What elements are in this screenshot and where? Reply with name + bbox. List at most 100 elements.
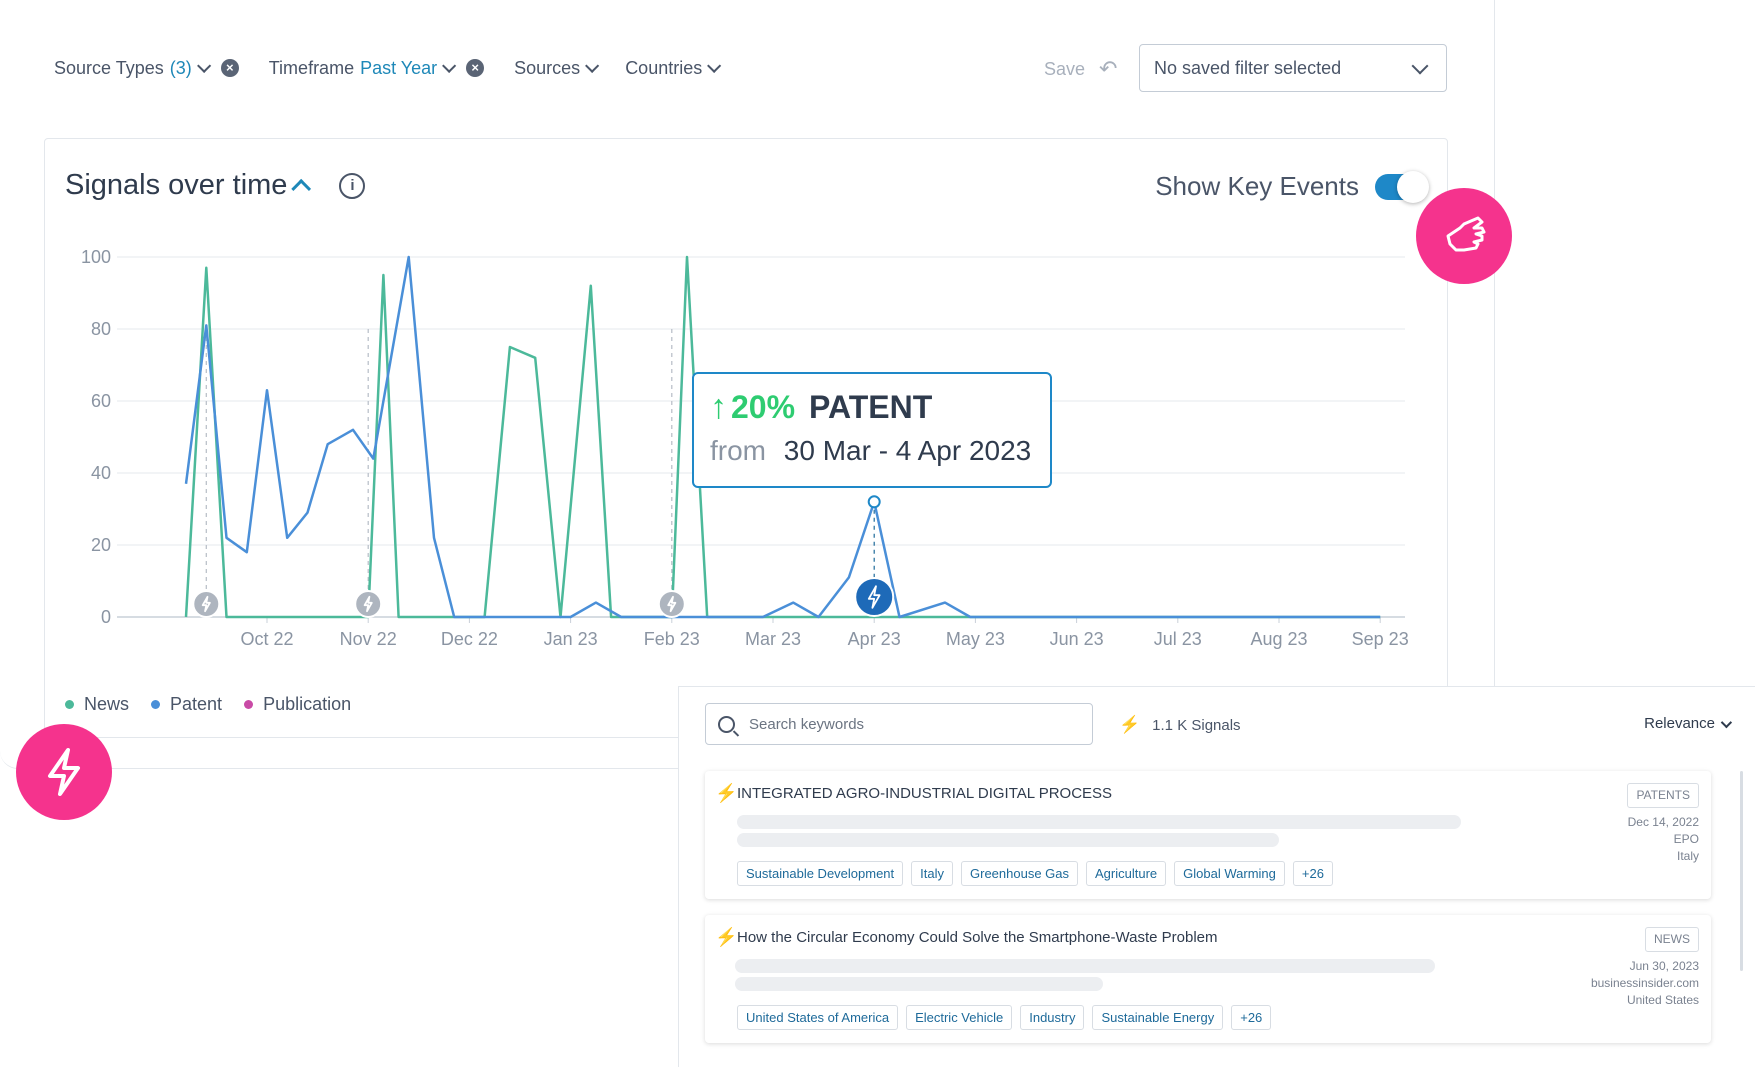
text-placeholder — [737, 815, 1461, 829]
y-tick-label: 60 — [91, 391, 111, 411]
key-event-marker — [657, 590, 686, 618]
highlight-point — [867, 495, 881, 509]
y-tick-label: 0 — [101, 607, 111, 627]
y-tick-label: 100 — [81, 247, 111, 267]
chevron-down-icon — [442, 58, 457, 73]
x-tick-label: Jul 23 — [1154, 629, 1202, 649]
x-tick-label: Mar 23 — [745, 629, 801, 649]
search-box[interactable] — [705, 703, 1093, 745]
signal-card[interactable]: ⚡ INTEGRATED AGRO-INDUSTRIAL DIGITAL PRO… — [705, 771, 1711, 899]
tooltip-type: PATENT — [809, 389, 933, 425]
signal-title[interactable]: INTEGRATED AGRO-INDUSTRIAL DIGITAL PROCE… — [737, 785, 1112, 802]
tag[interactable]: Electric Vehicle — [906, 1005, 1013, 1030]
sources-filter[interactable]: Sources — [514, 58, 600, 79]
saved-filter-select[interactable]: No saved filter selected — [1139, 44, 1447, 92]
tag-list: United States of America Electric Vehicle… — [737, 1005, 1279, 1030]
signal-date: Jun 30, 2023 — [1629, 959, 1699, 973]
key-events-label: Show Key Events — [1155, 171, 1359, 201]
lightning-bolt-icon — [16, 724, 112, 820]
tag[interactable]: Sustainable Development — [737, 861, 904, 886]
chevron-up-icon[interactable] — [291, 178, 312, 199]
x-tick-label: Sep 23 — [1352, 629, 1409, 649]
clear-timeframe-icon[interactable]: × — [466, 59, 485, 77]
lightning-bolt-icon: ⚡ — [1119, 715, 1141, 734]
y-tick-label: 20 — [91, 535, 111, 555]
tooltip-percent: 20% — [731, 389, 796, 425]
key-event-marker — [192, 590, 221, 618]
timeframe-filter[interactable]: Timeframe Past Year × — [268, 57, 485, 79]
info-icon[interactable]: i — [339, 172, 366, 199]
legend-label: News — [84, 694, 130, 714]
y-tick-label: 40 — [91, 463, 111, 483]
saved-filter-value: No saved filter selected — [1154, 57, 1342, 78]
key-event-marker — [354, 590, 383, 618]
chevron-down-icon — [585, 58, 600, 73]
x-tick-label: Dec 22 — [441, 629, 498, 649]
x-tick-label: Nov 22 — [340, 629, 397, 649]
signal-date: Dec 14, 2022 — [1627, 815, 1699, 829]
arrow-up-icon: ↑ — [710, 388, 727, 426]
lightning-bolt-icon: ⚡ — [715, 783, 738, 803]
text-placeholder — [737, 833, 1279, 847]
y-tick-label: 80 — [91, 319, 111, 339]
save-button[interactable]: Save — [1044, 59, 1085, 80]
lightning-bolt-icon: ⚡ — [715, 927, 738, 947]
tag[interactable]: Global Warming — [1174, 861, 1285, 886]
signals-count-group: ⚡ 1.1 K Signals — [1119, 715, 1241, 735]
signal-meta: NEWS Jun 30, 2023 businessinsider.com Un… — [1591, 927, 1699, 1009]
legend-dot — [151, 700, 161, 709]
chart-title: Signals over time — [65, 169, 288, 201]
toggle-knob — [1397, 170, 1429, 203]
signals-count: 1.1 K Signals — [1152, 716, 1241, 734]
pointer-hand-icon — [1416, 188, 1512, 284]
type-badge: PATENTS — [1627, 783, 1699, 808]
legend-item[interactable]: Publication — [244, 694, 351, 715]
timeframe-value: Past Year — [360, 57, 438, 78]
x-tick-label: May 23 — [946, 629, 1005, 649]
search-input[interactable] — [747, 714, 1071, 734]
save-group: Save ↶ — [1044, 56, 1117, 82]
chart-legend: News Patent Publication — [65, 694, 373, 715]
tag[interactable]: Italy — [911, 861, 953, 886]
tag[interactable]: Agriculture — [1086, 861, 1167, 886]
legend-dot — [65, 700, 74, 709]
type-badge: NEWS — [1645, 927, 1699, 952]
signal-title[interactable]: How the Circular Economy Could Solve the… — [737, 929, 1217, 946]
legend-item[interactable]: News — [65, 694, 129, 715]
tag[interactable]: +26 — [1292, 861, 1333, 886]
chevron-down-icon — [1720, 716, 1733, 728]
tag[interactable]: United States of America — [737, 1005, 899, 1030]
timeframe-label: Timeframe — [268, 57, 355, 78]
signal-card[interactable]: ⚡ How the Circular Economy Could Solve t… — [705, 915, 1711, 1043]
source-types-filter[interactable]: Source Types (3) × — [54, 58, 239, 79]
signal-country: United States — [1626, 993, 1699, 1007]
chevron-down-icon — [196, 58, 211, 73]
text-placeholder — [735, 959, 1435, 973]
undo-icon[interactable]: ↶ — [1099, 56, 1117, 82]
text-placeholder — [735, 977, 1103, 991]
clear-source-types-icon[interactable]: × — [220, 59, 239, 77]
tag[interactable]: Greenhouse Gas — [961, 861, 1079, 886]
countries-filter[interactable]: Countries — [625, 57, 722, 79]
key-events-toggle[interactable] — [1375, 170, 1429, 203]
sort-value: Relevance — [1644, 715, 1715, 732]
tag[interactable]: Industry — [1020, 1005, 1085, 1030]
tooltip-from-label: from — [710, 435, 766, 466]
x-tick-label: Feb 23 — [644, 629, 700, 649]
filter-bar: Source Types (3) × Timeframe Past Year ×… — [54, 52, 747, 84]
x-tick-label: Aug 23 — [1250, 629, 1307, 649]
tag[interactable]: Sustainable Energy — [1092, 1005, 1224, 1030]
countries-label: Countries — [625, 57, 703, 78]
key-event-marker — [854, 577, 895, 617]
scrollbar[interactable] — [1740, 771, 1743, 971]
tag[interactable]: +26 — [1231, 1005, 1272, 1030]
signal-meta: PATENTS Dec 14, 2022 EPO Italy — [1627, 783, 1699, 865]
sort-dropdown[interactable]: Relevance — [1644, 715, 1733, 732]
x-tick-label: Apr 23 — [848, 629, 901, 649]
key-events-toggle-group: Show Key Events — [1155, 170, 1429, 203]
x-tick-label: Jan 23 — [544, 629, 598, 649]
chevron-down-icon — [707, 58, 722, 73]
x-tick-label: Jun 23 — [1050, 629, 1104, 649]
legend-item[interactable]: Patent — [151, 694, 222, 715]
chart-title-group: Signals over time i — [65, 169, 366, 202]
